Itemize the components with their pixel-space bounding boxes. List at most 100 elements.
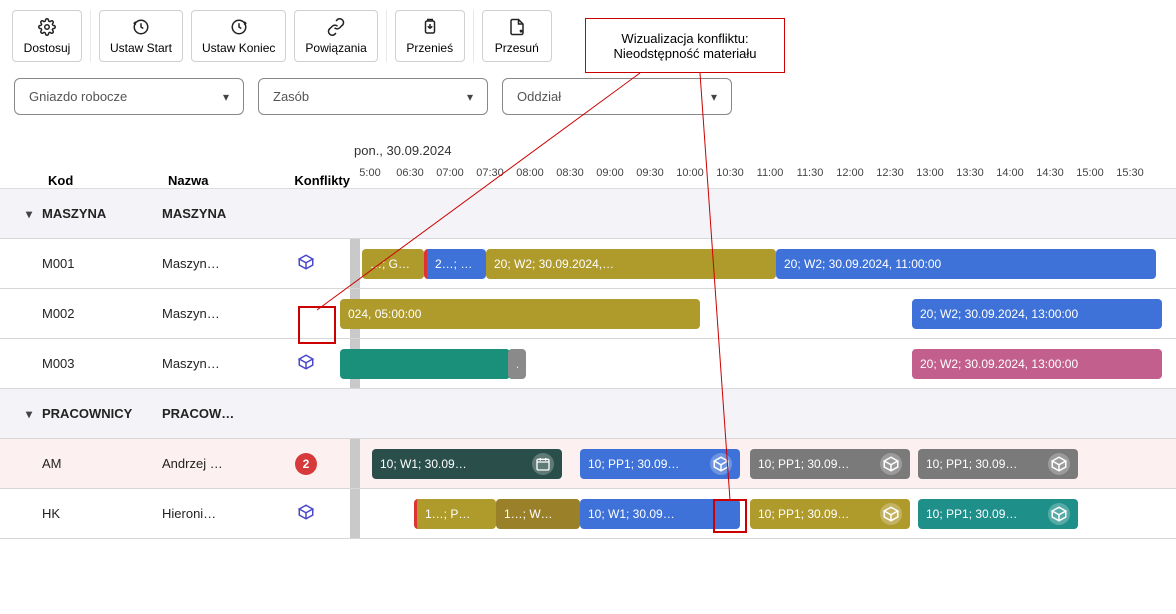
gantt-bar[interactable]: 1…; P…: [414, 499, 496, 529]
conflict-indicator: 2: [282, 453, 330, 475]
gantt-bar[interactable]: 1…; W…: [496, 499, 580, 529]
gantt-bar[interactable]: [340, 349, 510, 379]
branch-filter[interactable]: Oddział: [502, 78, 732, 115]
row-code: M002: [42, 306, 162, 321]
timeline-tick: 06:30: [390, 167, 430, 179]
lane-handle[interactable]: [350, 239, 360, 288]
timeline-tick: 10:00: [670, 167, 710, 179]
row-name: Maszyn…: [162, 356, 282, 371]
gantt-bar[interactable]: .: [508, 349, 526, 379]
expand-toggle[interactable]: [16, 406, 42, 421]
col-name-header: Nazwa: [168, 173, 288, 188]
timeline-tick: 14:00: [990, 167, 1030, 179]
move-label: Przenieś: [406, 41, 453, 55]
row-name: Maszyn…: [162, 306, 282, 321]
customize-label: Dostosuj: [24, 41, 71, 55]
gantt-bar[interactable]: …; G…: [362, 249, 424, 279]
conflict-indicator: [282, 503, 330, 524]
gantt-lane[interactable]: . 20; W2; 30.09.2024, 13:00:00: [350, 339, 1176, 388]
annotation-line2: Nieodstępność materiału: [613, 46, 756, 61]
timeline-tick: 12:00: [830, 167, 870, 179]
annotation-callout: Wizualizacja konfliktu: Nieodstępność ma…: [585, 18, 785, 73]
gantt-bar[interactable]: 20; W2; 30.09.2024, 13:00:00: [912, 349, 1162, 379]
timeline-tick: 08:30: [550, 167, 590, 179]
chevron-down-icon: [223, 89, 229, 104]
gantt-bar-label: 1…; P…: [425, 507, 488, 521]
gantt-bar-label: 10; W1; 30.09…: [588, 507, 732, 521]
row-code: HK: [42, 506, 162, 521]
gantt-bar-label: 20; W2; 30.09.2024, 13:00:00: [920, 357, 1154, 371]
gantt-bar[interactable]: 024, 05:00:00: [340, 299, 700, 329]
box-icon: [297, 503, 315, 524]
gantt-lane[interactable]: 024, 05:00:0020; W2; 30.09.2024, 13:00:0…: [350, 289, 1176, 338]
gantt-bar[interactable]: 10; W1; 30.09…: [372, 449, 562, 479]
set-start-button[interactable]: Ustaw Start: [99, 10, 183, 62]
timeline-tick: 13:00: [910, 167, 950, 179]
box-icon: [297, 353, 315, 374]
set-end-button[interactable]: Ustaw Koniec: [191, 10, 286, 62]
gantt-bar[interactable]: 10; PP1; 30.09…: [580, 449, 740, 479]
timeline-tick: 12:30: [870, 167, 910, 179]
gear-icon: [37, 17, 57, 37]
timeline-tick: 07:30: [470, 167, 510, 179]
customize-button[interactable]: Dostosuj: [12, 10, 82, 62]
gantt-lane[interactable]: [350, 389, 1176, 438]
chevron-down-icon: [26, 206, 32, 221]
gantt-bar-label: 10; PP1; 30.09…: [588, 457, 706, 471]
lane-handle[interactable]: [350, 489, 360, 538]
gantt-bar[interactable]: 20; W2; 30.09.2024, 13:00:00: [912, 299, 1162, 329]
file-shift-icon: [507, 17, 527, 37]
gantt-lane[interactable]: 10; W1; 30.09… 10; PP1; 30.09… 10; PP1; 30…: [350, 439, 1176, 488]
chevron-down-icon: [711, 89, 717, 104]
resource-row: AMAndrzej …210; W1; 30.09…10; PP1; 30.09…: [0, 439, 1176, 489]
gantt-lane[interactable]: [350, 189, 1176, 238]
timeline-tick: 10:30: [710, 167, 750, 179]
gantt-bar[interactable]: 20; W2; 30.09.2024, 11:00:00: [776, 249, 1156, 279]
gantt-bar[interactable]: 10; PP1; 30.09…: [918, 499, 1078, 529]
links-button[interactable]: Powiązania: [294, 10, 377, 62]
lane-handle[interactable]: [350, 439, 360, 488]
box-icon: [1048, 453, 1070, 475]
link-icon: [326, 17, 346, 37]
gantt-lane[interactable]: 1…; P… 1…; W… 10; W1; 30.09… 10; PP1; 30.09…: [350, 489, 1176, 538]
shift-button[interactable]: Przesuń: [482, 10, 552, 62]
resource-label: Zasób: [273, 89, 309, 104]
timeline-tick: 08:00: [510, 167, 550, 179]
gantt-bar[interactable]: 20; W2; 30.09.2024,…: [486, 249, 776, 279]
timeline-tick: 11:00: [750, 167, 790, 179]
box-icon: [880, 503, 902, 525]
workcenter-filter[interactable]: Gniazdo robocze: [14, 78, 244, 115]
set-start-label: Ustaw Start: [110, 41, 172, 55]
chevron-down-icon: [467, 89, 473, 104]
gantt-bar[interactable]: 10; W1; 30.09…: [580, 499, 740, 529]
gantt-bar[interactable]: 10; PP1; 30.09…: [750, 449, 910, 479]
annotation-line1: Wizualizacja konfliktu:: [621, 31, 748, 46]
row-name: Maszyn…: [162, 256, 282, 271]
conflict-indicator: [282, 353, 330, 374]
clipboard-icon: [420, 17, 440, 37]
gantt-lane[interactable]: …; G… 2…; G… 20; W2; 30.09.2024,…20; W2; 3…: [350, 239, 1176, 288]
row-code: M001: [42, 256, 162, 271]
gantt-bar[interactable]: 10; PP1; 30.09…: [918, 449, 1078, 479]
resource-row: M003Maszyn….20; W2; 30.09.2024, 13:00:00: [0, 339, 1176, 389]
row-name: Hieroni…: [162, 506, 282, 521]
box-icon: [297, 253, 315, 274]
gantt-bar[interactable]: 2…; G…: [424, 249, 486, 279]
timeline-tick: 09:00: [590, 167, 630, 179]
conflict-count-badge: 2: [295, 453, 317, 475]
timeline-tick: 07:00: [430, 167, 470, 179]
box-icon: [710, 453, 732, 475]
row-name: PRACOW…: [162, 406, 282, 421]
resource-filter[interactable]: Zasób: [258, 78, 488, 115]
gantt-bar[interactable]: 10; PP1; 30.09…: [750, 499, 910, 529]
toolbar-divider: [90, 10, 91, 62]
box-icon: [1048, 503, 1070, 525]
timeline-ticks: 5:0006:3007:0007:3008:0008:3009:0009:301…: [350, 158, 1176, 188]
gantt-bar-label: 2…; G…: [435, 257, 478, 271]
branch-label: Oddział: [517, 89, 561, 104]
chevron-down-icon: [26, 406, 32, 421]
move-button[interactable]: Przenieś: [395, 10, 465, 62]
timeline-tick: 14:30: [1030, 167, 1070, 179]
expand-toggle[interactable]: [16, 206, 42, 221]
col-conflicts-header: Konflikty: [288, 173, 350, 188]
